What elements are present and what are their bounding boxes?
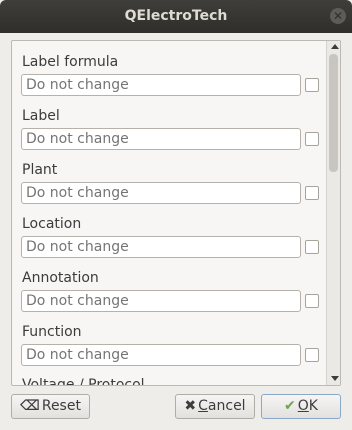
close-button[interactable]: ✕	[330, 8, 346, 24]
function-input[interactable]	[21, 344, 301, 366]
function-label: Function	[22, 324, 82, 340]
annotation-label: Annotation	[22, 270, 99, 286]
cancel-label: ancel	[207, 398, 246, 414]
backspace-icon: ⌫	[20, 398, 40, 414]
plant-input[interactable]	[21, 182, 301, 204]
checkmark-icon: ✔	[284, 398, 296, 414]
label-input[interactable]	[21, 128, 301, 150]
scroll-up-arrow-icon[interactable]	[331, 44, 339, 49]
location-checkbox[interactable]	[305, 240, 319, 254]
annotation-checkbox[interactable]	[305, 294, 319, 308]
cancel-mnemonic: C	[198, 398, 208, 414]
label-formula-label: Label formula	[22, 54, 119, 70]
location-input[interactable]	[21, 236, 301, 258]
plant-label: Plant	[22, 162, 58, 178]
vertical-scrollbar[interactable]	[326, 41, 340, 385]
ok-button[interactable]: ✔ OK	[261, 394, 341, 419]
function-checkbox[interactable]	[305, 348, 319, 362]
ok-mnemonic: O	[297, 398, 309, 414]
cancel-button[interactable]: ✖ Cancel	[175, 394, 255, 419]
label-checkbox[interactable]	[305, 132, 319, 146]
scroll-thumb[interactable]	[329, 54, 338, 172]
x-icon: ✖	[184, 398, 197, 414]
voltage-protocol-label: Voltage / Protocol	[22, 377, 145, 386]
title-bar: QElectroTech ✕	[0, 0, 352, 33]
fields-scroll-area[interactable]: Label formula Label Plant Location Annot…	[11, 40, 341, 386]
annotation-input[interactable]	[21, 290, 301, 312]
ok-label: K	[308, 398, 318, 414]
reset-button[interactable]: ⌫ Reset	[11, 394, 90, 419]
label-formula-input[interactable]	[21, 74, 301, 96]
label-label: Label	[22, 108, 60, 124]
close-icon: ✕	[332, 9, 344, 23]
scroll-down-arrow-icon[interactable]	[331, 376, 339, 381]
label-formula-checkbox[interactable]	[305, 78, 319, 92]
plant-checkbox[interactable]	[305, 186, 319, 200]
reset-label: Reset	[41, 398, 81, 414]
location-label: Location	[22, 216, 82, 232]
window-title: QElectroTech	[124, 8, 228, 24]
